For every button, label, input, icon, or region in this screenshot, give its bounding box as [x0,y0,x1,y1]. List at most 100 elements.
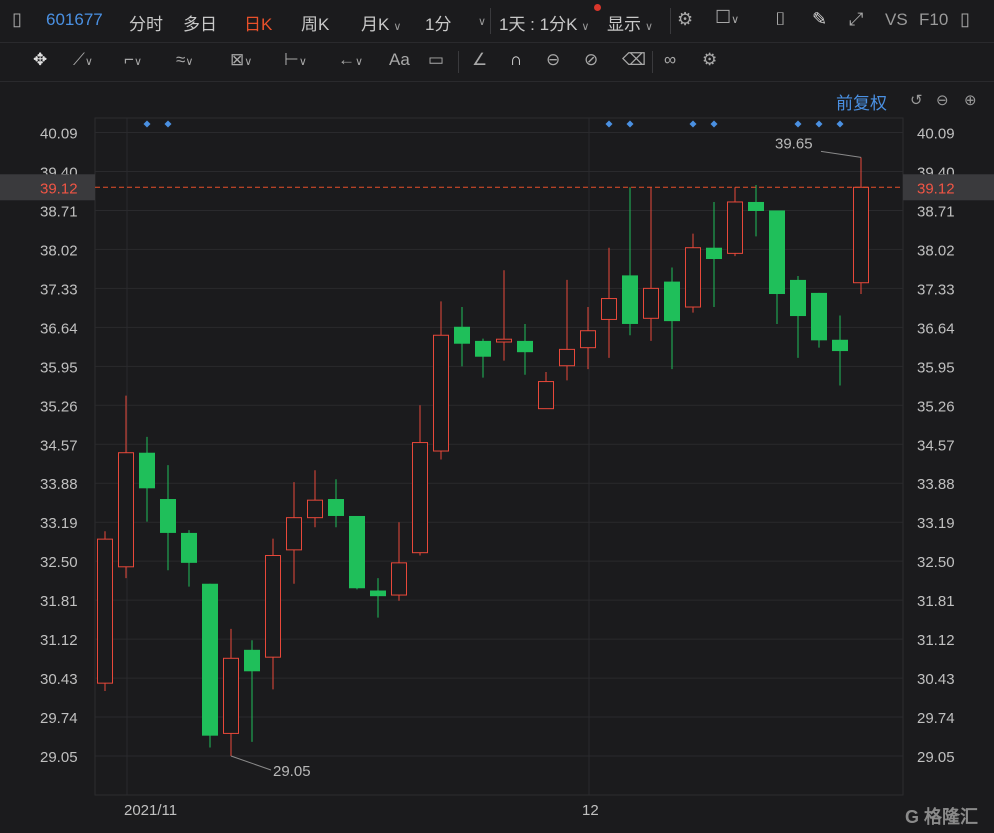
y-tick-label-left: 31.81 [40,593,78,610]
line-tool-icon[interactable]: ⟋∨ [73,50,93,70]
overlay-icon[interactable]: ∞ [664,50,676,70]
y-tick-label-right: 29.05 [917,749,955,766]
candle-body-down [706,247,722,260]
y-tick-label-right: 33.19 [917,515,955,532]
y-tick-label-left: 31.12 [40,632,78,649]
candle-body-up [433,334,449,452]
move-icon[interactable]: ✥ [33,50,47,70]
camera-icon[interactable]: ⌷ [775,9,786,30]
y-tick-label-left: 37.33 [40,281,78,298]
y-tick-label-right: 31.12 [917,632,955,649]
candle-body-down [811,292,827,341]
period-chevron-icon[interactable]: ∨ [474,10,486,30]
fib-tool-icon[interactable]: ⊠∨ [230,50,252,70]
angle-icon[interactable]: ∠ [472,50,487,70]
candle-body-up [601,298,617,320]
candle-body-down [790,279,806,317]
candle-body-down [454,326,470,344]
pencil-icon[interactable]: ✎ [812,9,827,30]
divider [670,8,671,34]
divider [490,8,491,34]
y-tick-label-right: 30.43 [917,671,955,688]
candle-body-down [370,590,386,597]
chevron-down-icon: ∨ [645,21,654,33]
y-tick-label-right: 38.02 [917,242,955,259]
candle-body-up [265,555,281,658]
y-tick-label-left: 30.43 [40,671,78,688]
candle-body-up [307,499,323,519]
current-price-label-right: 39.12 [917,180,955,197]
tab-rik[interactable]: 日K [244,10,272,35]
gear-icon[interactable]: ⚙ [677,9,693,30]
y-tick-label-left: 33.88 [40,476,78,493]
vs-button[interactable]: VS [885,10,908,30]
y-tick-label-right: 34.57 [917,437,955,454]
y-tick-label-left: 33.19 [40,515,78,532]
y-tick-label-right: 35.95 [917,359,955,376]
y-tick-label-left: 36.64 [40,320,78,337]
tab-duori[interactable]: 多日 [183,10,217,35]
notification-dot [594,4,601,11]
y-tick-label-left: 38.02 [40,242,78,259]
divider [458,51,459,73]
arrow-tool-icon[interactable]: ←∨ [338,50,363,70]
wave-tool-icon[interactable]: ≈∨ [176,50,193,70]
candle-body-up [223,657,239,734]
candle-body-up [97,538,113,684]
candle-body-up [559,348,575,367]
candle-body-up [580,330,596,349]
link-icon[interactable]: ⊖ [546,50,560,70]
candle-body-up [727,201,743,254]
f10-button[interactable]: F10 [919,10,948,30]
y-tick-label-left: 35.95 [40,359,78,376]
candle-body-down [517,340,533,353]
panel-toggle-icon[interactable]: ▯ [12,9,22,30]
period-select[interactable]: 1分 [425,10,451,35]
tab-yuek[interactable]: 月K ∨ [361,10,401,35]
candle-body-down [769,210,785,295]
annotation-high: 39.65 [775,135,813,152]
annotation-low: 29.05 [273,763,311,780]
candle-body-up [412,442,428,554]
settings-icon[interactable]: ⚙ [702,50,717,70]
candle-body-up [496,338,512,343]
y-tick-label-right: 35.26 [917,398,955,415]
text-tool-icon[interactable]: Aa [389,50,410,70]
divider [652,51,653,73]
y-tick-label-left: 38.71 [40,203,78,220]
watermark-logo: G 格隆汇 [905,807,979,827]
fullscreen-icon[interactable]: ⤢ [849,9,863,30]
display-select[interactable]: 显示 ∨ [607,10,653,35]
y-tick-label-right: 33.88 [917,476,955,493]
chevron-down-icon: ∨ [581,21,590,33]
candle-body-down [664,281,680,322]
tab-zhouk[interactable]: 周K [301,10,329,35]
candle-body-up [643,287,659,319]
drawing-toolbar [0,43,994,82]
current-price-label-left: 39.12 [40,180,78,197]
candle-body-down [832,339,848,352]
panel-right-icon[interactable]: ▯ [960,9,970,30]
candle-body-up [538,381,554,410]
candle-body-down [622,275,638,324]
candle-body-up [853,186,869,284]
tab-fenshi[interactable]: 分时 [129,10,163,35]
polyline-tool-icon[interactable]: ⌐∨ [124,50,142,70]
hide-icon[interactable]: ⊘ [584,50,598,70]
layout-square-icon[interactable]: ☐∨ [715,7,739,28]
y-tick-label-left: 29.74 [40,710,78,727]
kline-chart[interactable]: 40.09 40.0939.40 39.4038.71 38.7138.02 38.02… [0,82,994,833]
candle-body-up [391,562,407,596]
measure-tool-icon[interactable]: ⊢∨ [284,50,307,70]
magnet-icon[interactable]: ∩ [510,50,522,70]
trash-icon[interactable]: ⌫ [622,50,646,70]
comment-icon[interactable]: ▭ [428,50,444,70]
chevron-down-icon: ∨ [393,21,402,33]
candle-body-up [685,247,701,308]
mode-select[interactable]: 1天 : 1分K ∨ [499,10,589,35]
stock-code[interactable]: 601677 [46,10,103,30]
x-tick-label: 12 [582,802,599,819]
y-tick-label-left: 29.05 [40,749,78,766]
candle-body-up [118,452,134,568]
candle-body-down [748,201,764,212]
